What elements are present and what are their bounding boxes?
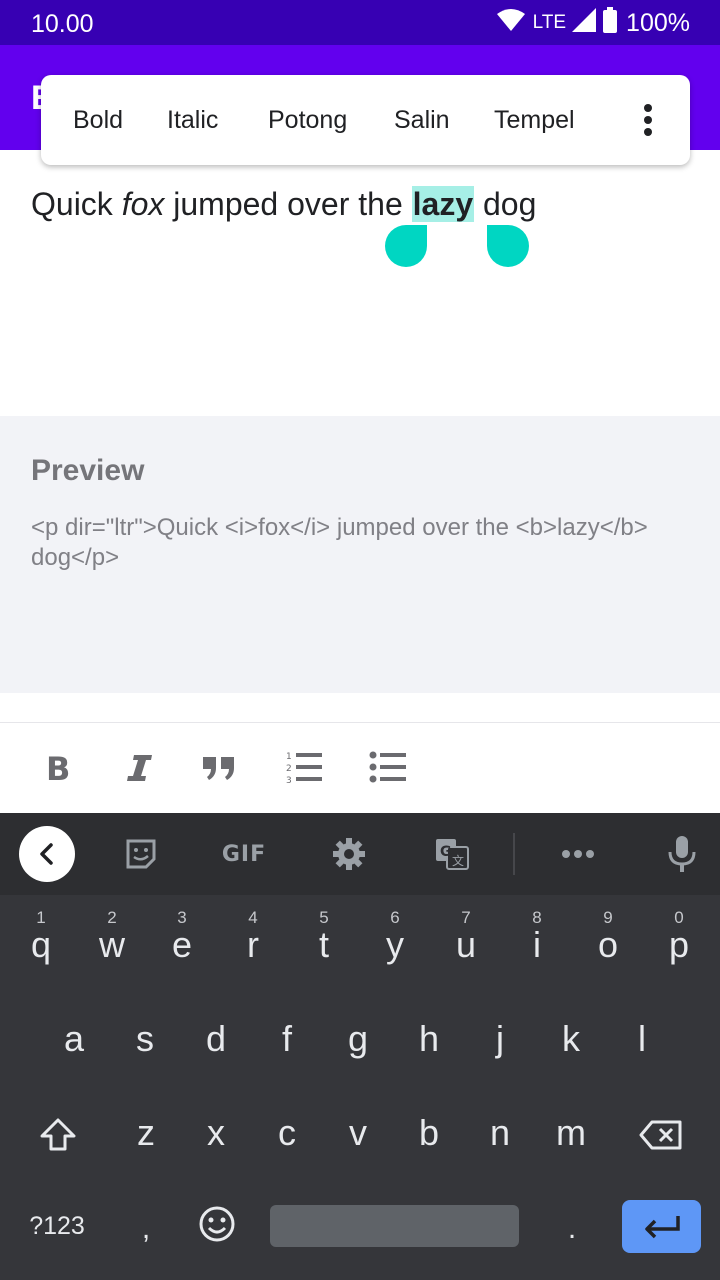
sticker-icon[interactable] <box>121 831 161 877</box>
editor-text[interactable]: Quick fox jumped over the lazy dog <box>31 186 536 223</box>
text-editor[interactable]: Quick fox jumped over the lazy dog <box>0 150 720 416</box>
key-x[interactable]: x <box>186 1096 246 1168</box>
mic-icon[interactable] <box>662 831 702 877</box>
key-v[interactable]: v <box>328 1096 388 1168</box>
preview-panel: Preview <p dir="ltr">Quick <i>fox</i> ju… <box>0 416 720 693</box>
numbered-list-icon[interactable]: 1 2 3 <box>282 746 326 790</box>
symbols-key[interactable]: ?123 <box>22 1200 92 1252</box>
space-bar[interactable] <box>270 1205 519 1247</box>
format-toolbar: B 1 2 3 <box>0 723 720 813</box>
key-h[interactable]: h <box>399 1002 459 1074</box>
key-d[interactable]: d <box>186 1002 246 1074</box>
editor-text-plain: Quick <box>31 186 122 222</box>
translate-icon[interactable]: G文 <box>432 831 472 877</box>
keyboard-toolbar: GIF G文 <box>0 813 720 895</box>
keyboard-keys: 1q 2w 3e 4r 5t 6y 7u 8i 9o 0p a s d f g … <box>0 895 720 1280</box>
key-b[interactable]: b <box>399 1096 459 1168</box>
key-n[interactable]: n <box>470 1096 530 1168</box>
italic-icon[interactable] <box>117 746 161 790</box>
key-k[interactable]: k <box>541 1002 601 1074</box>
backspace-icon[interactable] <box>633 1105 689 1165</box>
more-icon[interactable] <box>558 831 598 877</box>
network-type: LTE <box>532 12 567 33</box>
selection-start-handle[interactable] <box>385 225 427 267</box>
key-i[interactable]: 8i <box>507 908 567 980</box>
editor-text-plain-3: dog <box>474 186 537 222</box>
key-g[interactable]: g <box>328 1002 388 1074</box>
key-o[interactable]: 9o <box>578 908 638 980</box>
key-l[interactable]: l <box>612 1002 672 1074</box>
settings-icon[interactable] <box>329 831 369 877</box>
cut-action[interactable]: Potong <box>268 106 347 135</box>
gif-button[interactable]: GIF <box>218 831 270 877</box>
collapse-icon[interactable] <box>19 826 75 882</box>
key-t[interactable]: 5t <box>294 908 354 980</box>
signal-icon <box>572 8 597 38</box>
key-r[interactable]: 4r <box>223 908 283 980</box>
svg-text:文: 文 <box>452 853 464 868</box>
paste-action[interactable]: Tempel <box>494 106 575 135</box>
preview-html: <p dir="ltr">Quick <i>fox</i> jumped ove… <box>31 514 648 571</box>
bold-icon[interactable]: B <box>35 746 79 790</box>
key-a[interactable]: a <box>44 1002 104 1074</box>
key-m[interactable]: m <box>541 1096 601 1168</box>
svg-text:G: G <box>440 844 452 860</box>
status-time: 10.00 <box>31 10 94 38</box>
enter-key[interactable] <box>622 1200 701 1253</box>
soft-keyboard: GIF G文 1q 2w 3e 4r 5t 6y 7u 8i 9o 0p a s… <box>0 813 720 1280</box>
more-vert-icon[interactable] <box>640 104 656 136</box>
bulleted-list-icon[interactable] <box>366 746 410 790</box>
battery-icon <box>602 7 618 39</box>
bold-action[interactable]: Bold <box>73 106 123 135</box>
quote-icon[interactable] <box>197 746 241 790</box>
key-z[interactable]: z <box>116 1096 176 1168</box>
italic-action[interactable]: Italic <box>167 106 218 135</box>
selection-end-handle[interactable] <box>487 225 529 267</box>
editor-text-plain-2: jumped over the <box>164 186 412 222</box>
toolbar-separator <box>513 833 515 875</box>
svg-text:3: 3 <box>286 776 292 786</box>
editor-text-italic: fox <box>121 186 165 222</box>
key-y[interactable]: 6y <box>365 908 425 980</box>
wifi-icon <box>496 8 525 38</box>
key-q[interactable]: 1q <box>11 908 71 980</box>
svg-text:1: 1 <box>286 752 292 762</box>
selected-text[interactable]: lazy <box>411 186 475 222</box>
key-s[interactable]: s <box>115 1002 175 1074</box>
status-bar: 10.00 LTE 100% <box>0 0 720 45</box>
emoji-icon[interactable] <box>189 1196 245 1252</box>
key-e[interactable]: 3e <box>152 908 212 980</box>
key-u[interactable]: 7u <box>436 908 496 980</box>
battery-percent: 100% <box>626 8 690 37</box>
key-f[interactable]: f <box>257 1002 317 1074</box>
svg-text:B: B <box>46 752 70 784</box>
key-w[interactable]: 2w <box>82 908 142 980</box>
status-icons: LTE 100% <box>496 7 690 39</box>
preview-heading: Preview <box>31 454 145 487</box>
shift-icon[interactable] <box>30 1105 86 1165</box>
comma-key[interactable]: , <box>118 1200 174 1258</box>
copy-action[interactable]: Salin <box>394 106 450 135</box>
key-c[interactable]: c <box>257 1096 317 1168</box>
key-p[interactable]: 0p <box>649 908 709 980</box>
period-key[interactable]: . <box>544 1200 600 1258</box>
svg-text:2: 2 <box>286 764 292 774</box>
key-j[interactable]: j <box>470 1002 530 1074</box>
text-selection-toolbar: Bold Italic Potong Salin Tempel <box>41 75 690 165</box>
